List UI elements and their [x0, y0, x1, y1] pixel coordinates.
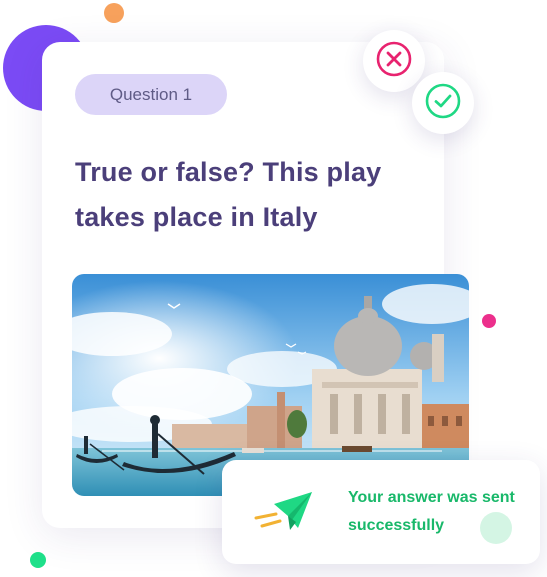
question-text: True or false? This play takes place in …	[75, 157, 382, 232]
answer-true-button[interactable]	[412, 72, 474, 134]
decor-dot-green	[30, 552, 46, 568]
x-circle-icon	[376, 41, 412, 82]
success-toast: Your answer was sent successfully	[222, 460, 540, 564]
decor-dot-orange	[104, 3, 124, 23]
question-number-label: Question 1	[109, 84, 193, 104]
decor-dot-pink	[482, 314, 496, 328]
question-number-badge: Question 1	[75, 74, 227, 115]
answer-false-button[interactable]	[363, 30, 425, 92]
toast-message: Your answer was sent successfully	[348, 489, 515, 534]
check-circle-icon	[425, 83, 461, 124]
paper-plane-icon	[254, 488, 316, 543]
